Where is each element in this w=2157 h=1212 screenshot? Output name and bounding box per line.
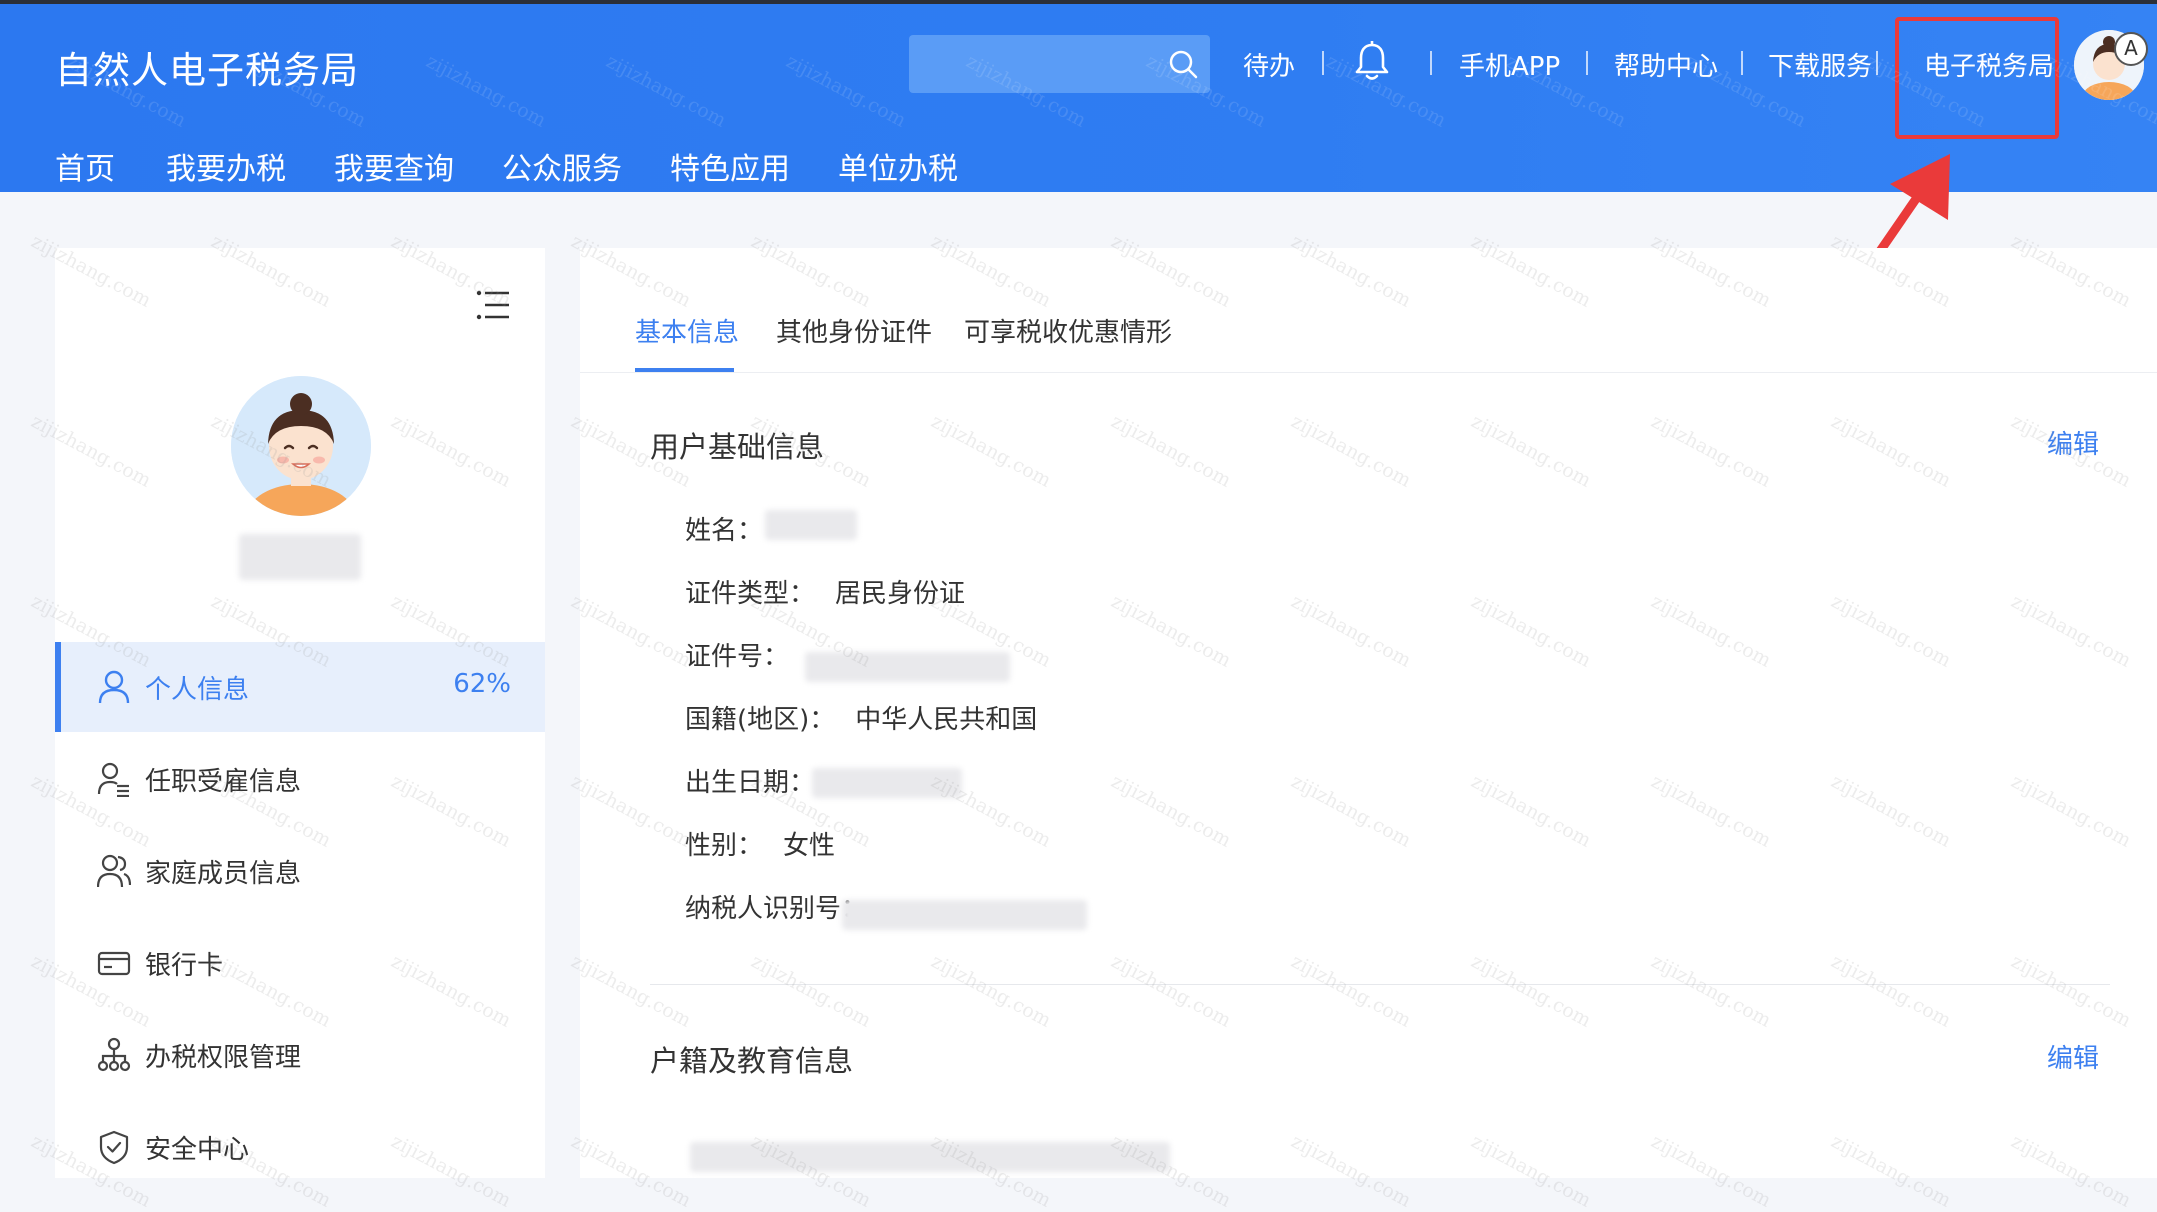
field-value: 中华人民共和国 [855,705,1038,735]
bank-card-icon [97,951,131,976]
field-label: 性别： [685,831,764,861]
sidebar-item-security-center[interactable]: 安全中心 [55,1102,545,1192]
nav-separator [1876,51,1878,75]
profile-avatar[interactable] [231,376,371,516]
person-icon [98,670,130,704]
main-nav-home[interactable]: 首页 [55,144,115,188]
nav-separator [1430,51,1432,75]
sidebar-item-personal-info[interactable]: 个人信息 62% [55,642,545,732]
field-label: 纳税人识别号： [685,894,868,924]
field-id-type: 证件类型： 居民身份证 [685,573,965,610]
sidebar: 个人信息 62% 任职受雇信息 家庭成员信息 银行卡 办税权限管理 安全中心 [55,248,545,1178]
search-input[interactable] [909,35,1149,93]
sidebar-item-label: 家庭成员信息 [145,859,302,889]
tab-other-id-documents[interactable]: 其他身份证件 [776,312,932,349]
sidebar-item-label: 银行卡 [145,951,224,981]
top-nav-downloads[interactable]: 下载服务 [1768,46,1872,83]
field-label: 出生日期： [685,768,816,798]
sidebar-item-label: 个人信息 [145,675,250,705]
field-value: 居民身份证 [835,579,966,609]
redacted-birth-date [812,768,962,798]
field-label: 证件类型： [685,579,816,609]
sidebar-item-label: 任职受雇信息 [145,767,302,797]
sidebar-item-label: 安全中心 [145,1135,250,1165]
main-nav-public-service[interactable]: 公众服务 [502,144,622,188]
tab-basic-info[interactable]: 基本信息 [635,312,739,349]
tab-tax-preferences[interactable]: 可享税收优惠情形 [964,312,1172,349]
section-title-household-education: 户籍及教育信息 [650,1044,854,1078]
field-label: 国籍(地区)： [685,705,836,735]
nav-separator [1586,51,1588,75]
bell-icon[interactable] [1352,40,1392,84]
main-content: 基本信息 其他身份证件 可享税收优惠情形 用户基础信息 编辑 姓名： 证件类型：… [580,248,2157,1178]
active-tab-indicator [635,368,734,372]
sidebar-item-family-info[interactable]: 家庭成员信息 [55,826,545,916]
redacted-name [765,510,857,540]
top-nav-help-center[interactable]: 帮助中心 [1614,46,1718,83]
sidebar-item-employment-info[interactable]: 任职受雇信息 [55,734,545,824]
sidebar-item-bank-card[interactable]: 银行卡 [55,918,545,1008]
family-icon [97,854,131,888]
shield-check-icon [99,1130,129,1165]
main-nav-company-tax[interactable]: 单位办税 [838,144,958,188]
redacted-id-number [805,652,1010,682]
completion-percent: 62% [453,669,511,699]
tabs-bar: 基本信息 其他身份证件 可享税收优惠情形 [580,248,2157,373]
nav-separator [1741,51,1743,75]
menu-list-icon[interactable] [475,288,511,322]
redacted-household-info [690,1142,1170,1172]
main-nav-featured-apps[interactable]: 特色应用 [670,144,790,188]
profile-name-redacted [239,534,361,580]
field-nationality: 国籍(地区)： 中华人民共和国 [685,699,1037,736]
edit-household-button[interactable]: 编辑 [2047,1038,2099,1075]
sidebar-item-label: 办税权限管理 [145,1043,302,1073]
highlight-box [1895,17,2059,139]
field-value: 女性 [783,831,836,861]
search-box[interactable] [909,35,1210,93]
main-nav-tax-filing[interactable]: 我要办税 [166,144,286,188]
sidebar-item-tax-permission[interactable]: 办税权限管理 [55,1010,545,1100]
field-gender: 性别： 女性 [685,825,835,862]
top-nav-mobile-app[interactable]: 手机APP [1459,46,1560,83]
section-title-user-basic-info: 用户基础信息 [650,430,825,464]
edit-basic-info-button[interactable]: 编辑 [2047,424,2099,461]
org-tree-icon [97,1037,131,1072]
nav-separator [1322,51,1324,75]
top-nav-todo[interactable]: 待办 [1243,46,1295,83]
main-nav-query[interactable]: 我要查询 [334,144,454,188]
translate-icon[interactable]: A [2114,32,2148,66]
field-label: 姓名： [685,516,764,546]
field-label: 证件号： [685,642,790,672]
field-id-number: 证件号： [685,636,809,673]
person-list-icon [97,762,129,797]
redacted-taxpayer-id [842,900,1087,930]
section-divider [650,984,2110,985]
search-icon[interactable] [1166,47,1202,83]
site-title[interactable]: 自然人电子税务局 [55,40,359,94]
